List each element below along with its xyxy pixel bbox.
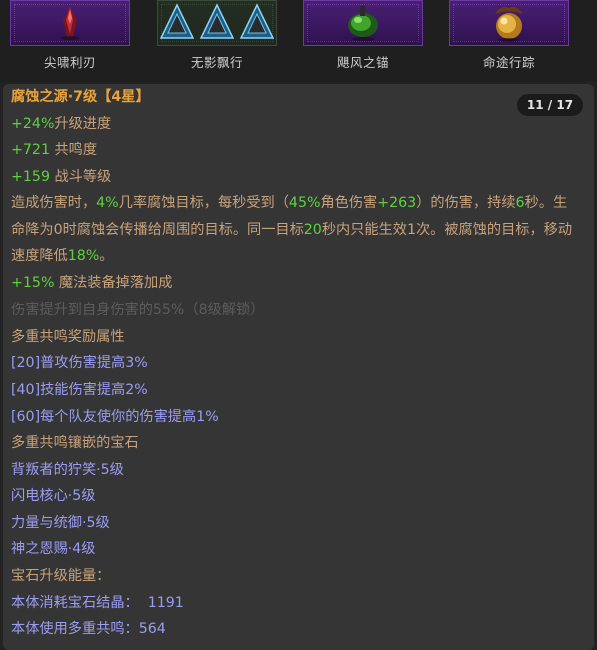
gem-slot-1[interactable]: 尖啸利刃 <box>10 0 130 82</box>
desc-text: 造成伤害时， <box>11 195 97 211</box>
stat-label: 战斗等级 <box>49 169 112 185</box>
page-indicator: 11 / 17 <box>517 94 583 116</box>
green-anchor-icon <box>348 6 378 41</box>
gem-slot-3[interactable]: 飓风之锚 <box>303 0 423 82</box>
stat-label: 升级进度 <box>54 116 112 132</box>
stat-magic-drop: +15% 魔法装备掉落加成 <box>11 270 172 297</box>
inlaid-gem-item: 背叛者的狞笑·5级 <box>11 462 124 478</box>
bonus-item: [60]每个队友使你的伤害提高1% <box>11 409 219 425</box>
stat-label: 共鸣度 <box>49 142 98 158</box>
triangle-crystals-icon <box>159 3 275 39</box>
gem-label: 无影飘行 <box>190 55 243 70</box>
desc-text: 几率腐蚀目标，每秒受到（ <box>118 195 289 211</box>
upgrade-energy-header: 宝石升级能量： <box>11 568 111 584</box>
stat-value: +24% <box>11 116 55 132</box>
bonus-item: [40]技能伤害提高2% <box>11 382 148 398</box>
locked-effect: 伤害提升到自身伤害的55%（8级解锁） <box>11 302 265 318</box>
effect-description: 造成伤害时，4%几率腐蚀目标，每秒受到（45%角色伤害+263）的伤害，持续6秒… <box>11 190 579 270</box>
resonance-bonus-header: 多重共鸣奖励属性 <box>11 329 125 345</box>
red-crystal-icon <box>61 7 79 40</box>
desc-value: +263 <box>377 195 417 211</box>
gem-slot-2[interactable]: 无影飘行 <box>157 0 277 82</box>
gem-label: 尖啸利刃 <box>43 55 96 70</box>
desc-value: 18% <box>67 248 100 264</box>
stat-label: 魔法装备掉落加成 <box>54 275 173 291</box>
inlaid-gems-header: 多重共鸣镶嵌的宝石 <box>11 435 139 451</box>
inlaid-gem-item: 神之恩赐·4级 <box>11 541 96 557</box>
golden-orb-icon <box>495 6 523 42</box>
gem-tooltip-panel: 11 / 17 腐蚀之源·7级【4星】 +24%升级进度 +721 共鸣度 +1… <box>3 84 594 650</box>
stat-value: +159 <box>11 169 50 185</box>
desc-value: 4% <box>96 195 119 211</box>
gem-title: 腐蚀之源·7级【4星】 <box>11 89 150 105</box>
stat-upgrade-progress: +24%升级进度 <box>11 111 111 138</box>
gem-label: 飓风之锚 <box>336 55 389 70</box>
desc-value: 45% <box>288 195 321 211</box>
desc-value: 20 <box>303 221 322 238</box>
gem-slot-4[interactable]: 命途行踪 <box>449 0 569 82</box>
energy-resonance-used: 本体使用多重共鸣：564 <box>11 621 166 637</box>
desc-text: 角色伤害 <box>320 195 378 211</box>
inlaid-gem-item: 闪电核心·5级 <box>11 488 96 504</box>
bonus-item: [20]普攻伤害提高3% <box>11 355 148 371</box>
energy-crystal-cost: 本体消耗宝石结晶： 1191 <box>11 595 184 611</box>
desc-text: ）的伤害，持续 <box>416 195 516 211</box>
stat-combat-level: +159 战斗等级 <box>11 164 111 191</box>
gem-label: 命途行踪 <box>482 55 535 70</box>
desc-text: 。 <box>99 248 114 264</box>
inlaid-gem-item: 力量与统御·5级 <box>11 515 110 531</box>
stat-value: +15% <box>11 275 55 291</box>
stat-value: +721 <box>11 142 50 158</box>
stat-resonance: +721 共鸣度 <box>11 137 97 164</box>
gem-slot-strip: 尖啸利刃 无影飘行 飓风之锚 命途行踪 <box>0 0 597 82</box>
desc-value: 6 <box>515 195 525 211</box>
